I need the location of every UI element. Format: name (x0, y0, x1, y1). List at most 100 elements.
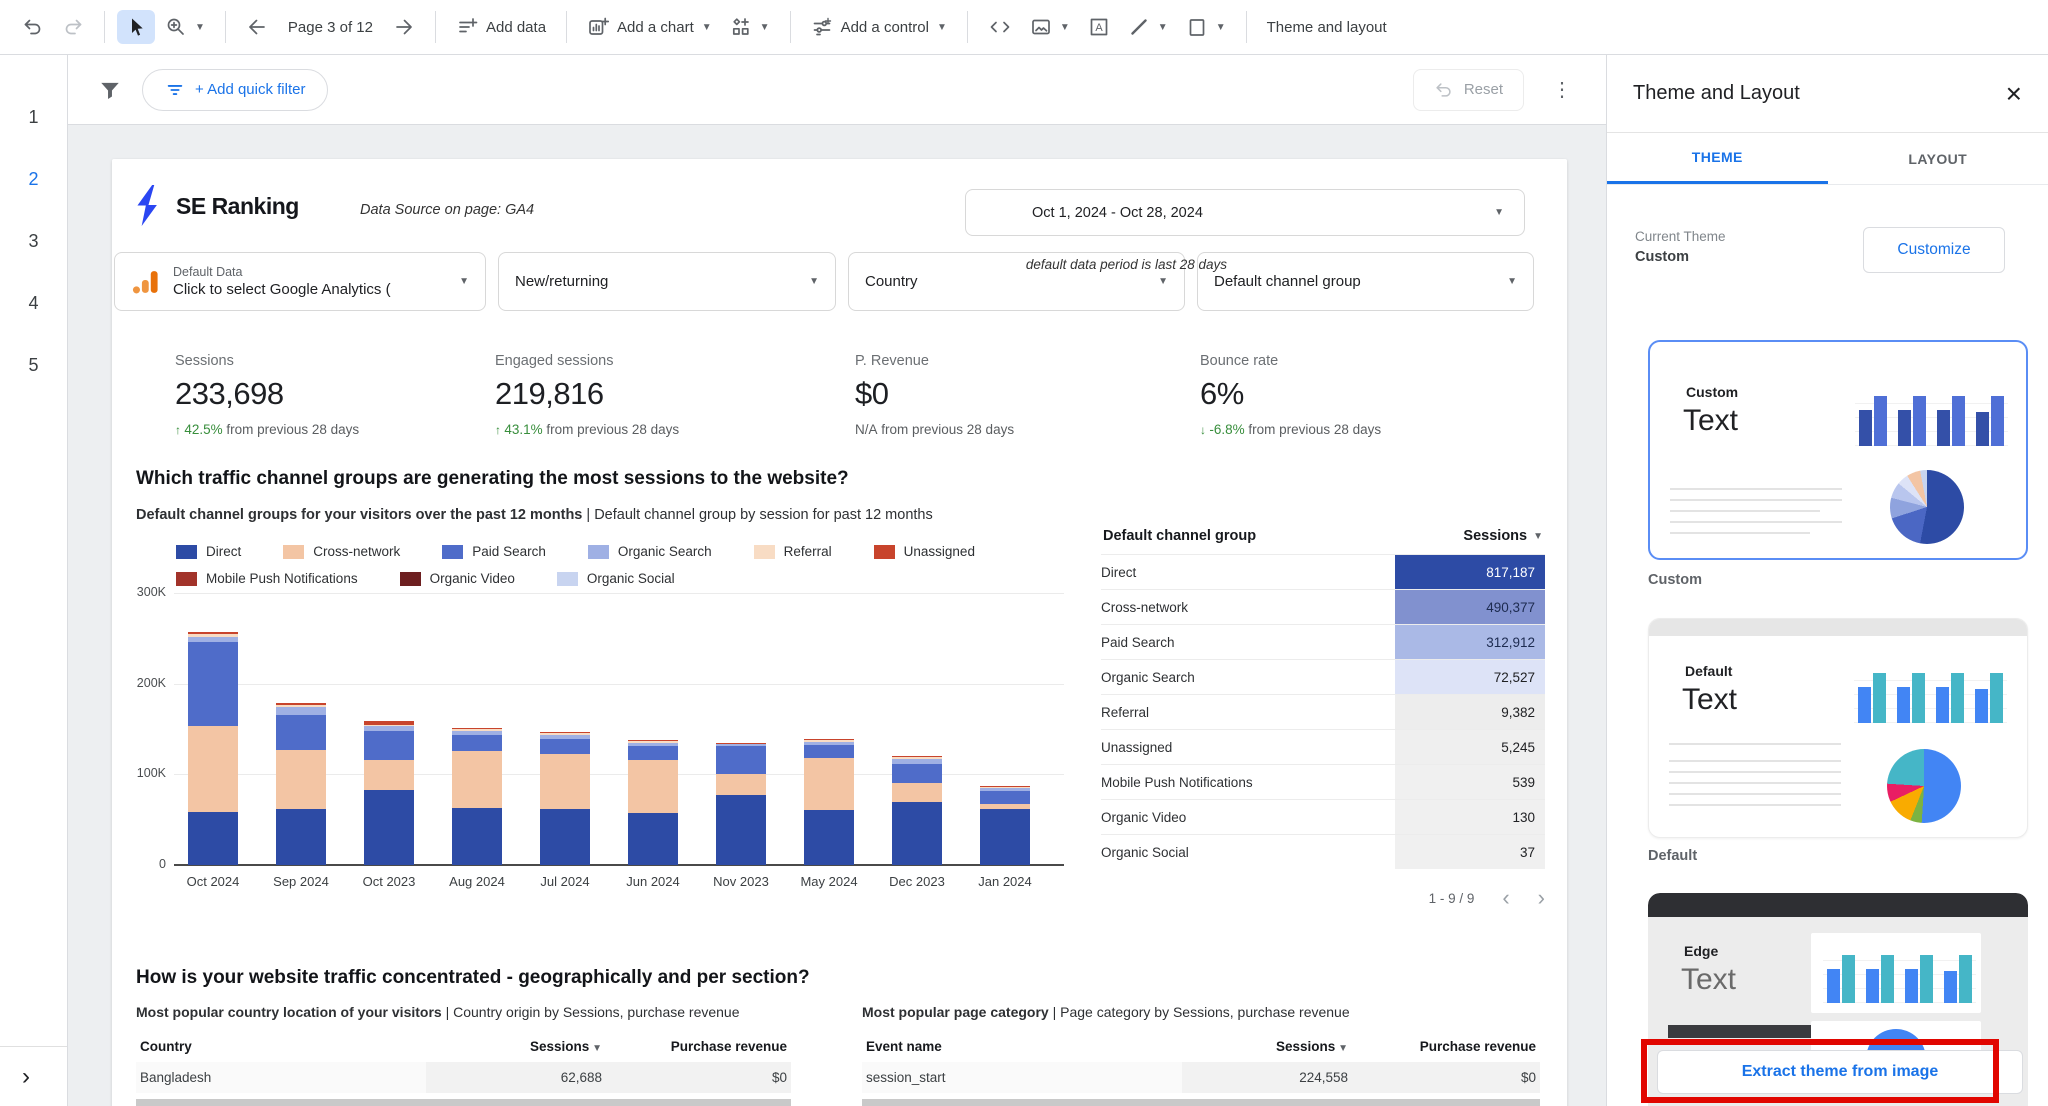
scorecard-value: 219,816 (495, 376, 604, 411)
scorecard-sessions: Sessions 233,698 ↑ 42.5% from previous 28 … (175, 353, 475, 437)
sidebar-page-1[interactable]: 1 (28, 107, 38, 128)
add-data-button[interactable]: Add data (448, 10, 554, 44)
table-row-organic-social[interactable]: Organic Social 37 (1101, 834, 1545, 869)
page-next-icon[interactable]: › (1538, 887, 1545, 909)
x-tick-aug-2024: Aug 2024 (449, 874, 505, 889)
undo-icon (24, 19, 41, 35)
x-tick-sep-2024: Sep 2024 (273, 874, 329, 889)
mini-bar-chart (1854, 667, 2007, 723)
bar-jan-2024[interactable] (980, 786, 1030, 865)
zoom-tool-button[interactable]: ▼ (157, 10, 213, 44)
legend-item-organic-social: Organic Social (556, 571, 675, 586)
more-options-icon[interactable]: ⋮ (1544, 73, 1580, 106)
shape-button[interactable]: ▼ (1178, 10, 1234, 44)
table-row-referral[interactable]: Referral 9,382 (1101, 694, 1545, 729)
table-row-clipped (1182, 1099, 1352, 1106)
legend-label: Paid Search (472, 544, 546, 559)
sort-desc-icon: ▼ (1335, 1043, 1348, 1054)
tab-layout[interactable]: LAYOUT (1828, 133, 2048, 184)
bar-dec-2023[interactable] (892, 756, 942, 865)
subtitle-rest: | Country origin by Sessions, purchase r… (441, 1004, 740, 1020)
bar-oct-2024[interactable] (188, 632, 238, 865)
channel-group-control[interactable]: Default channel group ▼ (1197, 252, 1534, 311)
column-header-sessions[interactable]: Sessions ▼ (1182, 1031, 1352, 1062)
next-page-button[interactable] (385, 10, 423, 44)
column-header-sessions[interactable]: Sessions ▼ (426, 1031, 606, 1062)
table-grid: Country Sessions ▼ Purchase revenue Banglad… (136, 1031, 791, 1106)
undo-button[interactable] (14, 10, 52, 44)
text-button[interactable]: A (1080, 10, 1118, 44)
bar-segment-cross-network (452, 750, 502, 808)
subtitle-rest: | Default channel group by session for p… (582, 507, 933, 523)
sidebar-page-2[interactable]: 2 (28, 169, 38, 190)
table-cell: Bangladesh (136, 1062, 426, 1093)
image-button[interactable]: ▼ (1022, 10, 1078, 44)
chart-x-axis: Oct 2024 Sep 2024 Oct 2023 Aug 2024 Jul 2024… (174, 874, 1064, 894)
sidebar-page-4[interactable]: 4 (28, 293, 38, 314)
community-visualizations-button[interactable]: ▼ (722, 10, 778, 44)
pagination-label: 1 - 9 / 9 (1428, 890, 1475, 906)
redo-button[interactable] (54, 10, 92, 44)
report-canvas: SE Ranking Data Source on page: GA4 Oct … (68, 125, 1606, 1106)
bar-segment-direct (188, 812, 238, 865)
y-tick-200K: 200K (136, 675, 166, 690)
extract-theme-button[interactable]: Extract theme from image (1657, 1050, 2023, 1094)
sidebar-page-5[interactable]: 5 (28, 355, 38, 376)
bar-sep-2024[interactable] (276, 702, 326, 865)
page-rail: 1 2 3 4 5 › (0, 55, 68, 1106)
table-row-organic-video[interactable]: Organic Video 130 (1101, 799, 1545, 834)
theme-card-custom[interactable]: Custom Text (1648, 340, 2028, 560)
table-row-organic-search[interactable]: Organic Search 72,527 (1101, 659, 1545, 694)
reset-button[interactable]: Reset (1412, 68, 1524, 111)
bar-jul-2024[interactable] (540, 731, 590, 865)
table-row-direct[interactable]: Direct 817,187 (1101, 554, 1545, 589)
delta-percent: 42.5% (184, 422, 223, 437)
subtitle-bold: Most popular page category (862, 1004, 1049, 1020)
prev-page-button[interactable] (238, 10, 276, 44)
theme-layout-button[interactable]: Theme and layout (1259, 13, 1395, 42)
bar-aug-2024[interactable] (452, 728, 502, 865)
bar-oct-2023[interactable] (364, 720, 414, 865)
text-icon: A (1090, 18, 1108, 36)
bar-segment-paid-search (980, 790, 1030, 805)
toolbar-divider (434, 11, 436, 43)
date-range-control[interactable]: Oct 1, 2024 - Oct 28, 2024 ▼ (965, 189, 1525, 236)
scorecard-bounce-rate: Bounce rate 6% ↓ -6.8% from previous 28 da… (1200, 353, 1500, 437)
tab-theme[interactable]: THEME (1607, 133, 1828, 184)
select-tool-button[interactable] (117, 10, 155, 44)
delta-suffix: from previous 28 days (542, 422, 680, 437)
theme-card-default[interactable]: Default Text (1648, 618, 2028, 838)
sidebar-page-3[interactable]: 3 (28, 231, 38, 252)
customize-button[interactable]: Customize (1863, 227, 2005, 273)
bar-nov-2023[interactable] (716, 742, 766, 865)
new-returning-control[interactable]: New/returning ▼ (498, 252, 836, 311)
svg-text:A: A (1095, 22, 1103, 34)
table-row-unassigned[interactable]: Unassigned 5,245 (1101, 729, 1545, 764)
default-period-note: default data period is last 28 days (1025, 257, 1227, 272)
x-tick-jun-2024: Jun 2024 (626, 874, 680, 889)
mini-dark-strip (1668, 1025, 1818, 1038)
table-row-paid-search[interactable]: Paid Search 312,912 (1101, 624, 1545, 659)
sort-desc-icon: ▼ (1533, 530, 1543, 542)
table-row-cross-network[interactable]: Cross-network 490,377 (1101, 589, 1545, 624)
data-source-control[interactable]: Default Data Click to select Google Anal… (114, 252, 486, 311)
legend-item-cross-network: Cross-network (283, 544, 400, 559)
metric-header[interactable]: Sessions ▼ (1463, 528, 1543, 544)
traffic-chart-plot[interactable] (174, 593, 1064, 866)
bar-jun-2024[interactable] (628, 739, 678, 865)
x-tick-jul-2024: Jul 2024 (540, 874, 590, 889)
line-button[interactable]: ▼ (1120, 10, 1176, 44)
add-chart-button[interactable]: Add a chart ▼ (579, 10, 720, 44)
add-quick-filter-button[interactable]: + Add quick filter (142, 68, 329, 111)
close-icon[interactable]: × (2006, 79, 2022, 108)
bar-may-2024[interactable] (804, 739, 854, 865)
control-value: New/returning (515, 273, 609, 290)
add-control-button[interactable]: Add a control ▼ (803, 10, 955, 44)
table-pagination: 1 - 9 / 9 ‹ › (1101, 887, 1545, 909)
subtitle-rest: | Page category by Sessions, purchase re… (1048, 1004, 1350, 1020)
page-prev-icon[interactable]: ‹ (1502, 887, 1509, 909)
table-row-mobile-push-notifications[interactable]: Mobile Push Notifications 539 (1101, 764, 1545, 799)
expand-panel-icon[interactable]: › (22, 1064, 30, 1089)
embed-code-button[interactable] (980, 10, 1020, 44)
gridline-200K (174, 683, 1064, 685)
